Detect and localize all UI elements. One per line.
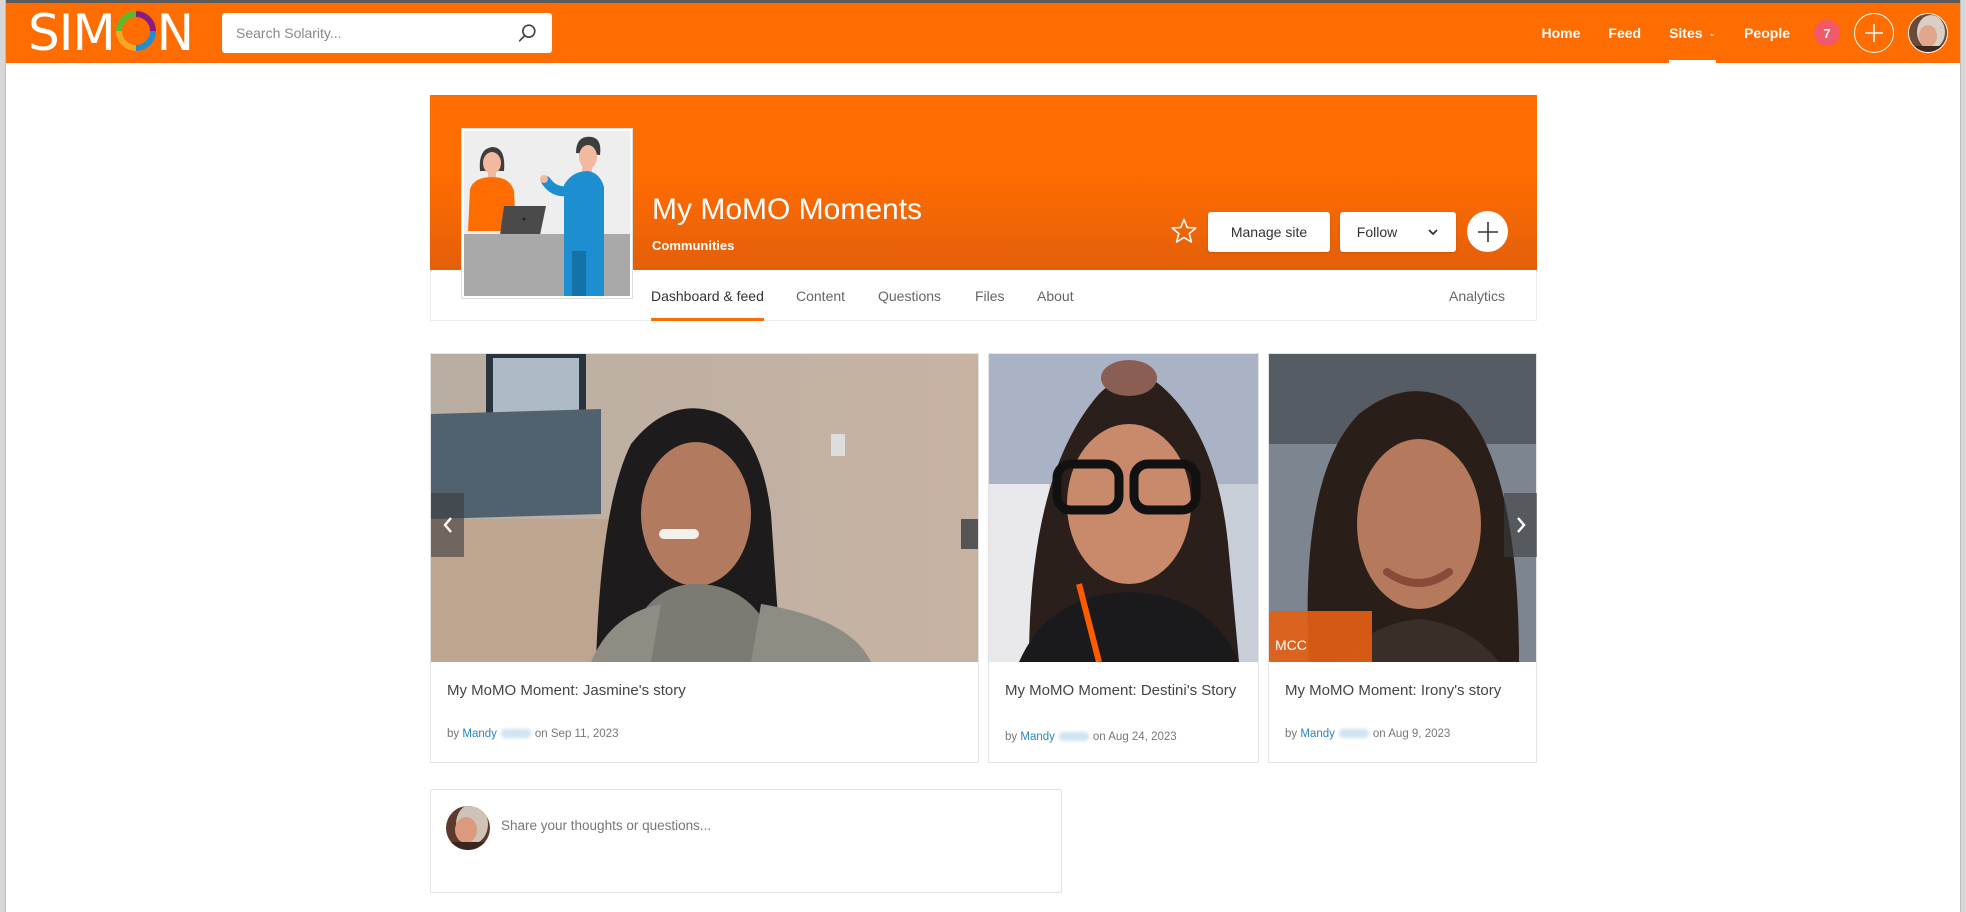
logo-text-right: N [156, 4, 194, 62]
nav-people-label: People [1744, 25, 1790, 41]
card-thumbnail[interactable] [431, 354, 978, 662]
video-thumbnail-image [431, 354, 978, 662]
tab-content[interactable]: Content [796, 270, 845, 321]
manage-site-button[interactable]: Manage site [1208, 212, 1330, 252]
chevron-right-icon [1516, 517, 1526, 533]
chevron-down-icon [1428, 229, 1438, 236]
chevron-down-icon: ⌄ [1708, 27, 1717, 38]
redacted-surname [1058, 732, 1089, 742]
nav-feed[interactable]: Feed [1594, 3, 1655, 63]
post-date: Aug 9, 2023 [1388, 728, 1451, 740]
tab-about[interactable]: About [1037, 270, 1074, 321]
plus-icon [1865, 24, 1883, 42]
site-add-button[interactable] [1467, 211, 1508, 252]
top-navbar: SIM N Home Feed Sites ⌄ People 7 [6, 3, 1960, 63]
on-label: on [534, 728, 548, 740]
follow-label: Follow [1356, 224, 1398, 240]
card-title[interactable]: My MoMO Moment: Irony's story [1285, 680, 1524, 701]
by-label: by [1005, 731, 1018, 743]
carousel-prev-button[interactable] [431, 493, 464, 557]
post-date: Aug 24, 2023 [1108, 731, 1177, 743]
tab-label: Dashboard & feed [651, 287, 764, 304]
follow-button[interactable]: Follow [1340, 212, 1456, 252]
tab-label: Analytics [1449, 287, 1506, 304]
on-label: on [1092, 731, 1106, 743]
nav-sites[interactable]: Sites ⌄ [1655, 3, 1730, 63]
star-outline-icon[interactable] [1170, 217, 1198, 245]
nav-home[interactable]: Home [1527, 3, 1594, 63]
user-avatar-image [446, 806, 490, 850]
user-avatar-image [1909, 14, 1947, 52]
by-label: by [1285, 728, 1298, 740]
primary-nav: Home Feed Sites ⌄ People 7 [1527, 3, 1960, 63]
logo-text-left: SIM [28, 4, 116, 62]
carousel-card[interactable]: My MoMO Moment: Jasmine's story by Mandy… [430, 353, 979, 763]
author-link[interactable]: Mandy [1300, 728, 1335, 740]
by-label: by [447, 728, 460, 740]
card-thumbnail[interactable]: MCC [1269, 354, 1536, 662]
search-icon[interactable] [516, 22, 538, 44]
illustration-image [464, 131, 630, 296]
window-left-border [0, 0, 6, 912]
plus-icon [1477, 221, 1498, 242]
video-thumbnail-image [989, 354, 1258, 662]
window-right-border [1960, 0, 1966, 912]
carousel-next-button[interactable] [1504, 493, 1537, 557]
tab-label: Files [975, 287, 1005, 304]
tab-files[interactable]: Files [975, 270, 1005, 321]
redacted-surname [500, 729, 531, 739]
card-title[interactable]: My MoMO Moment: Jasmine's story [447, 680, 966, 701]
create-button[interactable] [1854, 13, 1894, 53]
author-link[interactable]: Mandy [1020, 731, 1055, 743]
notification-badge[interactable]: 7 [1814, 20, 1840, 46]
redacted-surname [1338, 729, 1369, 739]
tab-label: Questions [878, 287, 942, 304]
user-avatar [446, 806, 490, 850]
nav-feed-label: Feed [1608, 25, 1642, 41]
post-composer [430, 789, 1062, 893]
video-overlay-label: MCC [1269, 611, 1372, 662]
site-type-link[interactable]: Communities [652, 238, 734, 253]
logo-ring-icon [115, 11, 156, 51]
card-meta: by Mandy on Aug 24, 2023 [1005, 731, 1177, 743]
chevron-left-icon [442, 517, 452, 533]
tab-label: Content [796, 287, 846, 304]
author-link[interactable]: Mandy [462, 728, 497, 740]
carousel-card[interactable]: My MoMO Moment: Destini's Story by Mandy… [988, 353, 1259, 763]
carousel-card[interactable]: MCC My MoMO Moment: Irony's story by Man… [1268, 353, 1537, 763]
user-avatar[interactable] [1908, 13, 1948, 53]
card-meta: by Mandy on Sep 11, 2023 [447, 728, 618, 740]
site-avatar-image [461, 128, 633, 299]
share-thoughts-input[interactable] [501, 818, 1041, 833]
tab-analytics[interactable]: Analytics [1449, 270, 1505, 321]
card-thumbnail[interactable] [989, 354, 1258, 662]
card-meta: by Mandy on Aug 9, 2023 [1285, 728, 1450, 740]
tab-questions[interactable]: Questions [878, 270, 941, 321]
site-title: My MoMO Moments [652, 193, 923, 226]
tab-label: About [1037, 287, 1074, 304]
search-box [222, 13, 552, 53]
on-label: on [1372, 728, 1386, 740]
card-title[interactable]: My MoMO Moment: Destini's Story [1005, 680, 1246, 701]
search-input[interactable] [236, 25, 516, 41]
nav-sites-label: Sites [1669, 25, 1703, 41]
simon-logo[interactable]: SIM N [28, 4, 194, 62]
nav-home-label: Home [1541, 25, 1581, 41]
manage-site-label: Manage site [1230, 224, 1308, 240]
post-date: Sep 11, 2023 [550, 728, 619, 740]
nav-people[interactable]: People [1730, 3, 1804, 63]
tab-dashboard-feed[interactable]: Dashboard & feed [651, 270, 764, 321]
